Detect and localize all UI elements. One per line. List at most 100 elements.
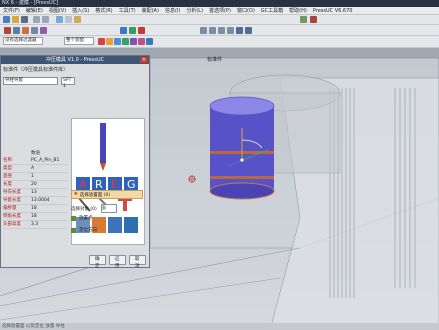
option-orientation-label: 定位方向	[79, 228, 97, 233]
select-object-row[interactable]: 选择对象 (0) 面	[71, 204, 117, 213]
category-row: 导柱导套 SPT 1	[3, 77, 141, 89]
menu-info[interactable]: 信息(I)	[165, 7, 180, 14]
table-row[interactable]: 直径 1	[3, 173, 67, 181]
table-row[interactable]: 长度 20	[3, 181, 67, 189]
standard-toolbar	[0, 15, 439, 25]
hole-icon[interactable]	[22, 27, 29, 34]
menu-edit[interactable]: 编辑(E)	[26, 7, 43, 14]
pattern-icon[interactable]	[120, 27, 127, 34]
pin-tip-icon	[100, 163, 106, 171]
menu-format[interactable]: 格式(R)	[95, 7, 112, 14]
table-row[interactable]: 偏移量 18	[3, 205, 67, 213]
snap-end-icon[interactable]	[106, 38, 113, 45]
property-table: 数值 名称 PC_A_Pin_B1 类型 A 直径 1 长度 20 导向长度 13 导套长…	[3, 150, 67, 229]
assembly-filter-dropdown[interactable]: 整个装配	[64, 37, 94, 45]
table-row[interactable]: 倒角长度 18	[3, 213, 67, 221]
dialog-title: 冲压模具 V1.0 - PressUC	[1, 56, 149, 64]
menu-analysis[interactable]: 分析(L)	[186, 7, 203, 14]
checkbox-icon[interactable]	[71, 227, 76, 233]
wireframe-view-icon[interactable]	[245, 27, 252, 34]
face-type-dropdown[interactable]: 面	[100, 204, 117, 213]
snap-mid-icon[interactable]	[114, 38, 121, 45]
checkbox-icon[interactable]	[71, 215, 76, 221]
menu-bar: 文件(F) 编辑(E) 视图(V) 插入(S) 格式(R) 工具(T) 装配(A…	[0, 7, 439, 15]
mirror-icon[interactable]	[129, 27, 136, 34]
snap-intersect-icon[interactable]	[138, 38, 145, 45]
menu-file[interactable]: 文件(F)	[3, 7, 20, 14]
snap-face-icon[interactable]	[146, 38, 153, 45]
open-folder-icon[interactable]	[12, 16, 19, 23]
bushing-icon[interactable]	[108, 217, 122, 233]
menu-pressuc[interactable]: PressUC V6.670	[313, 8, 353, 14]
placement-face-label: 选择放置面 (0)	[79, 192, 111, 198]
menu-window[interactable]: 窗口(O)	[237, 7, 255, 14]
new-file-icon[interactable]	[3, 16, 10, 23]
snap-point-icon[interactable]	[98, 38, 105, 45]
close-icon[interactable]: ✕	[140, 57, 148, 63]
placement-face-row[interactable]: ✱ 选择放置面 (0)	[71, 190, 143, 199]
snap-quadrant-icon[interactable]	[130, 38, 137, 45]
guide-pin-groove-lower	[210, 176, 274, 179]
blend-icon[interactable]	[31, 27, 38, 34]
menu-assembly[interactable]: 装配(A)	[142, 7, 159, 14]
stop-icon[interactable]	[310, 16, 317, 23]
trim-icon[interactable]	[138, 27, 145, 34]
status-bar: 选择放置面 以及定位 放置 导柱	[0, 323, 439, 330]
plug-icon[interactable]	[124, 217, 138, 233]
table-header: 数值	[31, 151, 40, 156]
redo-icon[interactable]	[42, 16, 49, 23]
zoom-icon[interactable]	[209, 27, 216, 34]
viewport-caption: 标准件	[207, 57, 223, 63]
menu-preferences[interactable]: 首选项(P)	[209, 7, 231, 14]
menu-tools[interactable]: 工具(T)	[119, 7, 136, 14]
extrude-icon[interactable]	[4, 27, 11, 34]
shaded-view-icon[interactable]	[236, 27, 243, 34]
revolve-icon[interactable]	[13, 27, 20, 34]
type-filter-dropdown[interactable]: 没有选择过滤器	[3, 37, 43, 45]
guide-pin-bottom	[209, 182, 275, 200]
pin-preview-icon	[100, 123, 106, 163]
table-row[interactable]: 头部高度 3.3	[3, 221, 67, 229]
view-fit-icon[interactable]	[200, 27, 207, 34]
status-text: 选择放置面 以及定位 放置 导柱	[2, 324, 65, 329]
part-preview-panel: A R E G	[71, 118, 145, 245]
save-icon[interactable]	[21, 16, 28, 23]
dialog-buttons: 确定 应用 取消	[89, 255, 149, 269]
required-icon: ✱	[74, 192, 78, 197]
origin-handle[interactable]	[239, 157, 245, 163]
copy-icon[interactable]	[65, 16, 72, 23]
edge-line	[0, 277, 281, 321]
menu-insert[interactable]: 插入(S)	[72, 7, 89, 14]
ok-button[interactable]: 确定	[89, 255, 106, 269]
snap-center-icon[interactable]	[122, 38, 129, 45]
part-preview: A R E G	[76, 123, 138, 233]
dialog-subtitle: 标准件（冲压模具标准件库）	[3, 67, 69, 73]
selection-toolbar: 没有选择过滤器 整个装配	[0, 36, 439, 48]
option-placement-point[interactable]: 放置点	[71, 215, 93, 221]
feature-toolbar	[0, 25, 439, 36]
category-dropdown[interactable]: 导柱导套	[3, 77, 58, 85]
rotate-icon[interactable]	[218, 27, 225, 34]
menu-gc-toolbox[interactable]: GC工具箱	[261, 7, 283, 14]
cut-icon[interactable]	[56, 16, 63, 23]
table-row[interactable]: 导套长度 13.0004	[3, 197, 67, 205]
t-block-stem-icon[interactable]	[123, 201, 127, 211]
standard-part-dialog: 冲压模具 V1.0 - PressUC ✕ 标准件（冲压模具标准件库） 导柱导套…	[0, 55, 150, 269]
start-icon[interactable]	[300, 16, 307, 23]
table-row[interactable]: 导向长度 13	[3, 189, 67, 197]
table-row[interactable]: 名称 PC_A_Pin_B1	[3, 157, 67, 165]
apply-button[interactable]: 应用	[109, 255, 126, 269]
pan-icon[interactable]	[227, 27, 234, 34]
table-row[interactable]: 类型 A	[3, 165, 67, 173]
select-object-label: 选择对象 (0)	[71, 206, 97, 212]
option-orientation[interactable]: 定位方向	[71, 227, 97, 233]
menu-view[interactable]: 视图(V)	[49, 7, 66, 14]
cancel-button[interactable]: 取消	[129, 255, 146, 269]
menu-help[interactable]: 帮助(H)	[289, 7, 307, 14]
chamfer-icon[interactable]	[40, 27, 47, 34]
undo-icon[interactable]	[33, 16, 40, 23]
size-dropdown[interactable]: SPT 1	[61, 77, 75, 89]
option-placement-point-label: 放置点	[79, 216, 93, 221]
guide-pin-top	[209, 96, 275, 116]
paste-icon[interactable]	[74, 16, 81, 23]
